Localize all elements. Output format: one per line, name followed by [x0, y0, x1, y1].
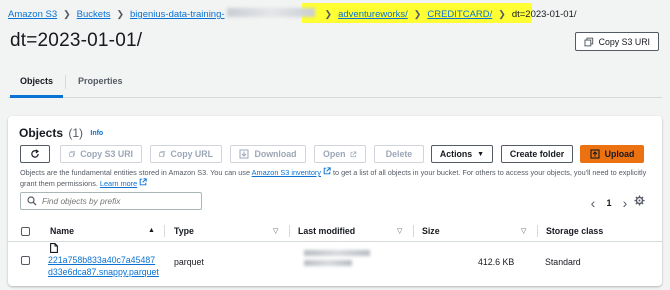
object-name: 221a758b833a40c7a45487 d33e6dca87.snappy… — [48, 243, 159, 278]
redacted-last-modified — [304, 250, 370, 272]
copy-s3-uri-toolbar-label: Copy S3 URI — [80, 149, 133, 159]
copy-s3-uri-button[interactable]: Copy S3 URI — [575, 32, 659, 51]
copy-icon — [69, 151, 75, 157]
chevron-right-icon: ❯ — [324, 8, 333, 19]
inventory-link[interactable]: Amazon S3 inventory — [252, 168, 321, 177]
sort-ascending-icon[interactable]: ▲ — [148, 227, 155, 234]
objects-count: (1) — [68, 126, 84, 140]
copy-url-label: Copy URL — [170, 149, 213, 159]
column-last-modified[interactable]: Last modified — [298, 226, 355, 236]
upload-icon — [590, 149, 600, 159]
open-button[interactable]: Open — [314, 145, 366, 163]
column-divider — [537, 225, 538, 237]
table-header: Name ▲ Type ▽ Last modified ▽ Size ▽ Sto… — [8, 220, 662, 242]
tab-properties[interactable]: Properties — [66, 70, 135, 97]
page-number[interactable]: 1 — [600, 198, 618, 208]
page-title: dt=2023-01-01/ — [10, 30, 143, 51]
tab-bar: Objects Properties — [8, 70, 662, 98]
search-input[interactable] — [42, 196, 192, 206]
chevron-right-icon: ❯ — [498, 8, 506, 19]
select-all-checkbox[interactable] — [21, 227, 30, 236]
open-label: Open — [323, 149, 346, 159]
delete-button[interactable]: Delete — [374, 145, 424, 163]
breadcrumb-bucket[interactable]: bigenius-data-training- — [130, 8, 315, 20]
copy-icon — [584, 37, 594, 46]
column-divider — [413, 225, 414, 237]
upload-button[interactable]: Upload — [580, 145, 644, 163]
objects-heading: Objects (1) Info — [19, 126, 103, 140]
column-divider — [164, 225, 165, 237]
file-icon — [50, 243, 58, 253]
copy-s3-uri-toolbar-button[interactable]: Copy S3 URI — [60, 145, 142, 163]
object-storage-class: Standard — [545, 257, 581, 267]
column-divider — [289, 225, 290, 237]
copy-s3-uri-label: Copy S3 URI — [598, 36, 650, 47]
chevron-right-icon: ❯ — [413, 8, 422, 19]
breadcrumb-current: dt=2023-01-01/ — [511, 8, 577, 20]
breadcrumb-bucket-label: bigenius-data-training- — [130, 9, 225, 20]
external-link-icon — [351, 151, 357, 157]
refresh-icon — [31, 149, 40, 158]
actions-dropdown[interactable]: Actions ▼ — [431, 145, 493, 163]
row-checkbox[interactable] — [21, 256, 30, 265]
tab-objects[interactable]: Objects — [8, 70, 65, 98]
chevron-right-icon: ❯ — [63, 8, 71, 19]
upload-label: Upload — [604, 149, 635, 159]
objects-description: Objects are the fundamental entities sto… — [20, 167, 650, 189]
column-type[interactable]: Type — [174, 226, 194, 236]
download-icon — [239, 149, 249, 159]
column-name[interactable]: Name — [50, 226, 74, 236]
next-page-button[interactable]: › — [618, 195, 632, 211]
description-text: Objects are the fundamental entities sto… — [20, 168, 252, 177]
breadcrumb-creditcard[interactable]: CREDITCARD/ — [427, 9, 492, 20]
breadcrumb-amazon-s3[interactable]: Amazon S3 — [8, 9, 57, 20]
caret-down-icon: ▼ — [477, 150, 485, 158]
object-name-link-line2[interactable]: d33e6dca87.snappy.parquet — [48, 266, 159, 278]
search-icon — [27, 196, 37, 206]
sort-icon[interactable]: ▽ — [397, 227, 402, 235]
breadcrumb-adventureworks[interactable]: adventureworks/ — [338, 9, 408, 20]
column-size[interactable]: Size — [422, 226, 440, 236]
copy-icon — [159, 151, 166, 157]
external-link-icon — [323, 167, 331, 175]
info-link[interactable]: Info — [90, 130, 103, 137]
column-storage-class[interactable]: Storage class — [546, 226, 603, 236]
object-type: parquet — [174, 257, 204, 267]
chevron-right-icon: ❯ — [116, 8, 125, 19]
object-name-link-line1[interactable]: 221a758b833a40c7a45487 — [48, 254, 159, 266]
download-button[interactable]: Download — [230, 145, 306, 163]
redacted-text — [226, 8, 315, 17]
breadcrumb-buckets[interactable]: Buckets — [77, 9, 111, 20]
breadcrumb: Amazon S3 ❯ Buckets ❯ bigenius-data-trai… — [8, 6, 577, 22]
learn-more-link[interactable]: Learn more — [100, 179, 137, 188]
create-folder-button[interactable]: Create folder — [501, 145, 573, 163]
objects-panel: Objects (1) Info Copy S3 URI Copy URL Do… — [8, 116, 662, 286]
sort-icon[interactable]: ▽ — [521, 227, 526, 235]
objects-title: Objects — [19, 126, 64, 140]
delete-label: Delete — [385, 149, 413, 159]
download-label: Download — [254, 149, 297, 159]
actions-label: Actions — [439, 149, 473, 159]
sort-icon[interactable]: ▽ — [273, 227, 278, 235]
gear-icon[interactable] — [634, 195, 645, 206]
pagination: ‹ 1 › — [586, 195, 632, 211]
create-folder-label: Create folder — [509, 149, 565, 159]
object-size: 412.6 KB — [478, 257, 515, 267]
table-row[interactable]: 221a758b833a40c7a45487 d33e6dca87.snappy… — [8, 242, 662, 282]
search-field[interactable] — [20, 192, 202, 210]
external-link-icon — [139, 178, 147, 186]
prev-page-button[interactable]: ‹ — [586, 195, 600, 211]
refresh-button[interactable] — [20, 145, 50, 163]
copy-url-button[interactable]: Copy URL — [150, 145, 222, 163]
